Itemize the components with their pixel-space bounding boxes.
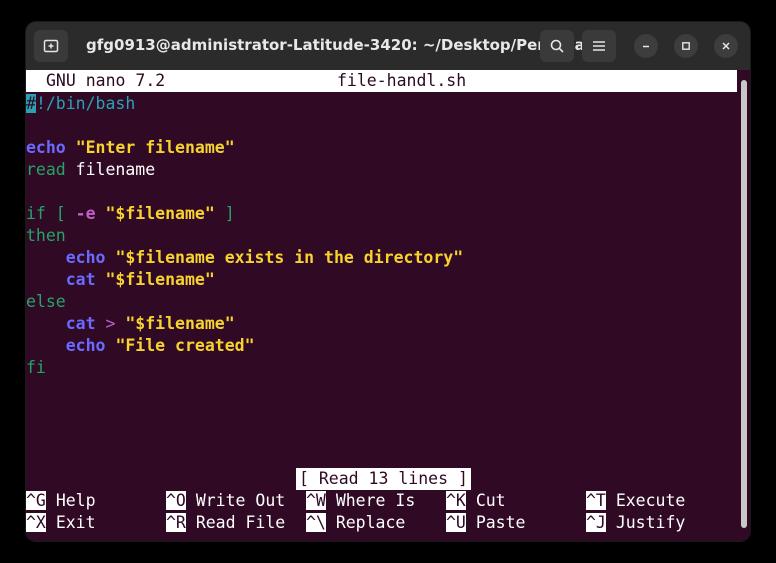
code-line-9: cat "$filename"	[65, 270, 215, 289]
code-line-8: echo "$filename exists in the directory"	[65, 248, 464, 267]
code-line-11: cat > "$filename"	[65, 314, 235, 333]
scrollbar[interactable]	[741, 80, 747, 528]
code-line-3: echo "Enter filename"	[26, 138, 235, 157]
search-button[interactable]	[540, 30, 574, 62]
shortcut-paste[interactable]: ^U Paste	[446, 512, 525, 534]
shortcut-replace[interactable]: ^\ Replace	[306, 512, 405, 534]
terminal-window: gfg0913@administrator-Latitude-3420: ~/D…	[26, 22, 750, 541]
minimize-icon	[643, 45, 649, 48]
menu-button[interactable]	[582, 30, 616, 62]
code-line-6: if [ -e "$filename" ]	[26, 204, 235, 223]
maximize-icon	[682, 42, 690, 50]
close-button[interactable]	[714, 34, 738, 58]
shortcut-execute[interactable]: ^T Execute	[586, 490, 685, 512]
new-tab-button[interactable]	[34, 30, 68, 62]
cursor: #	[26, 94, 36, 113]
title-bar: gfg0913@administrator-Latitude-3420: ~/D…	[26, 22, 750, 70]
maximize-button[interactable]	[674, 34, 698, 58]
status-message: [ Read 13 lines ]	[296, 468, 471, 490]
code-line-1: #!/bin/bash	[26, 94, 136, 113]
search-icon	[550, 39, 564, 53]
code-line-12: echo "File created"	[65, 336, 255, 355]
code-line-4: read filename	[26, 160, 156, 179]
nano-filename: file-handl.sh	[337, 71, 467, 90]
code-line-13: fi	[26, 358, 46, 377]
shortcut-justify[interactable]: ^J Justify	[586, 512, 685, 534]
shortcut-exit[interactable]: ^X Exit	[26, 512, 96, 534]
close-icon	[722, 42, 730, 50]
shortcut-where-is[interactable]: ^W Where Is	[306, 490, 415, 512]
shortcut-cut[interactable]: ^K Cut	[446, 490, 506, 512]
shortcut-write-out[interactable]: ^O Write Out	[166, 490, 285, 512]
window-title: gfg0913@administrator-Latitude-3420: ~/D…	[86, 36, 590, 54]
terminal-area[interactable]: GNU nano 7.2 file-handl.sh #!/bin/bash e…	[26, 70, 750, 541]
shortcut-help[interactable]: ^G Help	[26, 490, 96, 512]
new-tab-icon	[43, 39, 59, 53]
code-line-7: then	[26, 226, 66, 245]
shortcut-read-file[interactable]: ^R Read File	[166, 512, 285, 534]
hamburger-menu-icon	[593, 41, 605, 51]
minimize-button[interactable]	[634, 34, 658, 58]
nano-header: GNU nano 7.2 file-handl.sh	[26, 70, 737, 92]
code-line-10: else	[26, 292, 66, 311]
nano-version: GNU nano 7.2	[46, 71, 166, 90]
